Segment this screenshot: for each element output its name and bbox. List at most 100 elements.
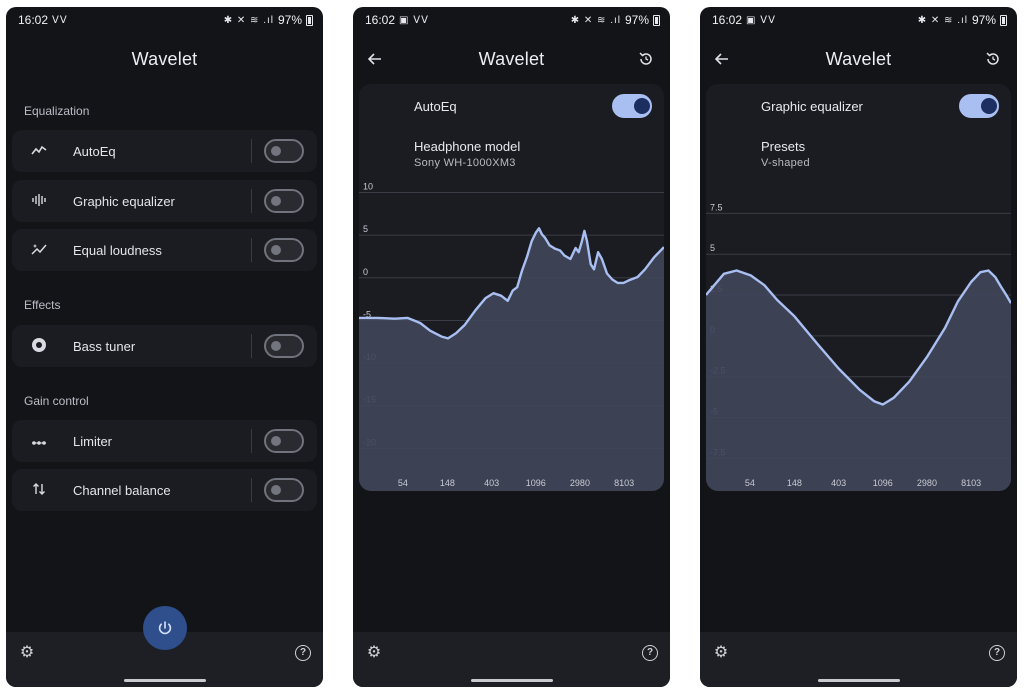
battery-percent: 97% [971, 13, 996, 27]
battery-icon [1000, 14, 1007, 26]
graphic-equalizer-toggle-row[interactable]: Graphic equalizer [706, 93, 1011, 119]
back-arrow-icon[interactable] [363, 47, 387, 71]
feature-label-channel-balance: Channel balance [73, 482, 171, 498]
autoeq-toggle-row[interactable]: AutoEq [359, 93, 664, 119]
waveform-icon [28, 193, 50, 210]
headphone-model-value: Sony WH-1000XM3 [414, 157, 516, 169]
x-tick-label: 1096 [873, 478, 893, 488]
home-indicator[interactable] [817, 679, 900, 682]
reset-icon[interactable] [634, 47, 658, 71]
headphone-model-title[interactable]: Headphone model [414, 139, 520, 154]
x-tick-label: 8103 [961, 478, 981, 488]
graphic-equalizer-toggle-label: Graphic equalizer [761, 98, 863, 114]
reset-icon[interactable] [981, 47, 1005, 71]
x-tick-label: 403 [831, 478, 846, 488]
row-divider [251, 429, 252, 453]
feature-row-limiter[interactable]: Limiter [12, 420, 317, 462]
presets-value: V-shaped [761, 157, 810, 169]
feature-row-channel-balance[interactable]: Channel balance [12, 469, 317, 511]
home-indicator[interactable] [123, 679, 206, 682]
feature-label-bass-tuner: Bass tuner [73, 338, 136, 354]
x-tick-label: 148 [440, 478, 455, 488]
battery-icon [653, 14, 660, 26]
feature-row-graphic-equalizer[interactable]: Graphic equalizer [12, 180, 317, 222]
autoeq-card: 1050-5-10-15-2054148403109629808103 Auto… [359, 84, 664, 491]
limiter-toggle[interactable] [264, 429, 304, 453]
x-tick-label: 403 [484, 478, 499, 488]
feature-row-autoeq[interactable]: AutoEq [12, 130, 317, 172]
system-status-icons: ✱ ✕ ≋ .ıl [223, 14, 274, 26]
app-title: Wavelet [825, 48, 892, 69]
graphic-equalizer-chart: 7.552.50-2.5-5-7.554148403109629808103 [706, 202, 1011, 491]
feature-label-graphic-equalizer: Graphic equalizer [73, 193, 175, 209]
x-tick-label: 148 [787, 478, 802, 488]
toggle-knob [271, 341, 281, 351]
main-screen: 16:02 ᐯᐯ ✱ ✕ ≋ .ıl 97% Wavelet Equalizat… [6, 7, 323, 687]
dots-line-icon [28, 434, 50, 449]
bass-tuner-toggle[interactable] [264, 334, 304, 358]
bottom-bar: ⚙ ? [353, 632, 670, 687]
feature-label-equal-loudness: Equal loudness [73, 242, 162, 258]
section-header-effects: Effects [24, 298, 61, 312]
graphic-equalizer-toggle[interactable] [264, 189, 304, 213]
notification-icons: ▣ ᐯᐯ [746, 14, 776, 26]
status-time: 16:02 [18, 13, 49, 27]
x-tick-label: 54 [745, 478, 755, 488]
app-bar: Wavelet [6, 37, 323, 81]
gear-icon[interactable]: ⚙ [712, 644, 730, 662]
graphic-equalizer-enabled-switch[interactable] [959, 94, 999, 118]
status-time: 16:02 [712, 13, 743, 27]
graphic-equalizer-card: 7.552.50-2.5-5-7.554148403109629808103 G… [706, 84, 1011, 491]
back-arrow-icon[interactable] [710, 47, 734, 71]
home-indicator[interactable] [470, 679, 553, 682]
x-tick-label: 2980 [917, 478, 937, 488]
gear-icon[interactable]: ⚙ [365, 644, 383, 662]
help-icon[interactable]: ? [642, 645, 658, 661]
battery-percent: 97% [624, 13, 649, 27]
speaker-icon [28, 337, 50, 356]
help-icon[interactable]: ? [295, 645, 311, 661]
row-divider [251, 139, 252, 163]
y-tick-label: 10 [363, 182, 373, 192]
app-bar: Wavelet [700, 37, 1017, 81]
arrows-updown-icon [28, 482, 50, 499]
battery-icon [306, 14, 313, 26]
gear-icon[interactable]: ⚙ [18, 644, 36, 662]
channel-balance-toggle[interactable] [264, 478, 304, 502]
status-bar: 16:02 ▣ ᐯᐯ ✱ ✕ ≋ .ıl 97% [700, 7, 1017, 33]
y-tick-label: 5 [363, 224, 368, 234]
notification-icons: ᐯᐯ [52, 14, 68, 26]
row-divider [251, 478, 252, 502]
status-bar: 16:02 ᐯᐯ ✱ ✕ ≋ .ıl 97% [6, 7, 323, 33]
y-tick-label: 5 [710, 243, 715, 253]
feature-label-autoeq: AutoEq [73, 143, 116, 159]
feature-label-limiter: Limiter [73, 433, 113, 449]
equal-loudness-toggle[interactable] [264, 238, 304, 262]
curve-area [359, 228, 664, 491]
feature-row-equal-loudness[interactable]: Equal loudness [12, 229, 317, 271]
bottom-bar: ⚙ ? [700, 632, 1017, 687]
y-tick-label: 0 [363, 267, 368, 277]
toggle-knob [271, 436, 281, 446]
notification-icons: ▣ ᐯᐯ [399, 14, 429, 26]
x-tick-label: 2980 [570, 478, 590, 488]
status-time: 16:02 [365, 13, 396, 27]
status-bar: 16:02 ▣ ᐯᐯ ✱ ✕ ≋ .ıl 97% [353, 7, 670, 33]
app-bar: Wavelet [353, 37, 670, 81]
power-button[interactable] [143, 606, 187, 650]
toggle-knob [271, 196, 281, 206]
autoeq-enabled-switch[interactable] [612, 94, 652, 118]
x-tick-label: 54 [398, 478, 408, 488]
x-tick-label: 1096 [526, 478, 546, 488]
autoeq-toggle-label: AutoEq [414, 98, 457, 114]
y-tick-label: 7.5 [710, 202, 723, 212]
curve-area [706, 270, 1011, 491]
system-status-icons: ✱ ✕ ≋ .ıl [570, 14, 621, 26]
presets-title[interactable]: Presets [761, 139, 805, 154]
autoeq-toggle[interactable] [264, 139, 304, 163]
battery-percent: 97% [277, 13, 302, 27]
toggle-knob [981, 98, 997, 114]
trend-line-icon [28, 144, 50, 159]
help-icon[interactable]: ? [989, 645, 1005, 661]
feature-row-bass-tuner[interactable]: Bass tuner [12, 325, 317, 367]
